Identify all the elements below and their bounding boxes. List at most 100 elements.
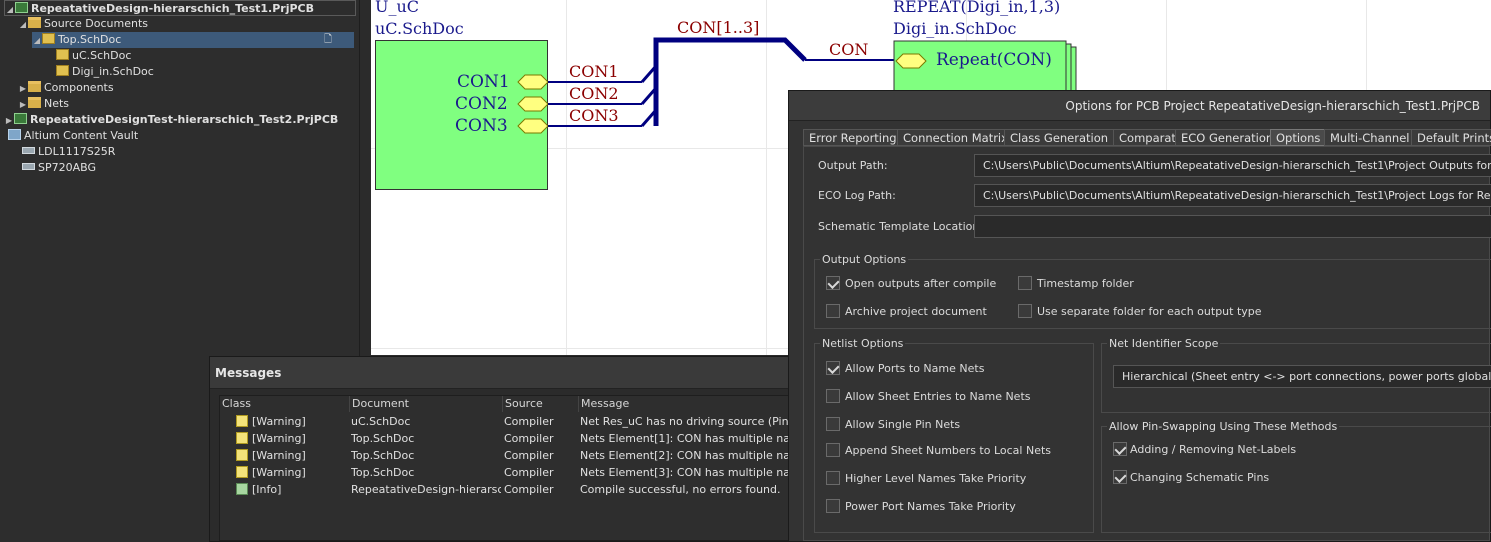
collapse-arrow-icon[interactable]: ◢ [32, 33, 42, 49]
messages-title: Messages [210, 357, 828, 389]
timestamp-folder-label: Timestamp folder [1037, 277, 1134, 290]
archive-project-checkbox[interactable] [826, 304, 840, 318]
message-row[interactable]: [Warning] Top.SchDoc Compiler Nets Eleme… [220, 464, 827, 481]
separate-folder-checkbox[interactable] [1018, 304, 1032, 318]
netlist-options-title: Netlist Options [820, 337, 906, 350]
tree-item-project2[interactable]: ▶ RepeatativeDesignTest-hierarschich_Test… [4, 112, 338, 128]
net-identifier-title: Net Identifier Scope [1107, 337, 1221, 350]
allow-ports-label: Allow Ports to Name Nets [845, 362, 985, 375]
warning-icon [236, 432, 248, 444]
column-header-source[interactable]: Source [503, 396, 579, 412]
net-label[interactable]: CON3 [569, 106, 619, 125]
output-path-field[interactable]: C:\Users\Public\Documents\Altium\Repeata… [974, 154, 1491, 177]
repeat-port-label: Repeat(CON) [936, 50, 1052, 70]
tab-eco-generation[interactable]: ECO Generation [1175, 129, 1280, 146]
append-sheet-numbers-checkbox[interactable] [826, 443, 840, 457]
archive-project-label: Archive project document [845, 305, 987, 318]
tab-class-generation[interactable]: Class Generation [1004, 129, 1115, 146]
tree-item-vault[interactable]: Altium Content Vault [8, 128, 138, 144]
warning-icon [236, 466, 248, 478]
output-options-group [814, 259, 1491, 329]
separate-folder-label: Use separate folder for each output type [1037, 305, 1262, 318]
power-port-names-checkbox[interactable] [826, 499, 840, 513]
schematic-doc-icon [56, 49, 69, 60]
net-identifier-dropdown[interactable]: Hierarchical (Sheet entry <-> port conne… [1113, 365, 1491, 388]
component-icon [22, 163, 35, 170]
folder-icon [28, 97, 41, 108]
schematic-doc-icon [42, 33, 55, 44]
component-icon [22, 147, 35, 154]
tree-item-top-schdoc[interactable]: ◢ Top.SchDoc 🗋 [32, 32, 354, 48]
power-port-names-label: Power Port Names Take Priority [845, 500, 1016, 513]
timestamp-folder-checkbox[interactable] [1018, 276, 1032, 290]
repeat-sheet-designator[interactable]: REPEAT(Digi_in,1,3) [893, 0, 1060, 16]
sheet-entry-port [895, 53, 927, 69]
eco-log-path-label: ECO Log Path: [818, 189, 896, 202]
template-location-field[interactable] [974, 215, 1491, 238]
tab-connection-matrix[interactable]: Connection Matrix [897, 129, 1014, 146]
higher-level-names-checkbox[interactable] [826, 471, 840, 485]
allow-ports-checkbox[interactable] [826, 361, 840, 375]
collapse-arrow-icon[interactable]: ◢ [5, 2, 15, 18]
net-label[interactable]: CON1 [569, 62, 619, 81]
tab-options[interactable]: Options [1270, 129, 1327, 146]
messages-table: Class Document Source Message [Warning] … [219, 395, 828, 541]
expand-arrow-icon[interactable]: ▶ [4, 113, 14, 129]
open-outputs-label: Open outputs after compile [845, 277, 997, 290]
allow-sheet-entries-checkbox[interactable] [826, 389, 840, 403]
expand-arrow-icon[interactable]: ▶ [18, 81, 28, 97]
folder-icon [28, 81, 41, 92]
collapse-arrow-icon[interactable]: ◢ [18, 17, 28, 33]
dialog-title: Options for PCB Project RepeatativeDesig… [789, 91, 1490, 121]
tree-item-part1[interactable]: LDL1117S25R [22, 144, 115, 160]
tab-default-prints[interactable]: Default Prints [1411, 129, 1491, 146]
tree-item-digi-schdoc[interactable]: Digi_in.SchDoc [56, 64, 154, 80]
sheet-entry-port [517, 96, 549, 112]
allow-sheet-entries-label: Allow Sheet Entries to Name Nets [845, 390, 1031, 403]
tree-item-uc-schdoc[interactable]: uC.SchDoc [56, 48, 131, 64]
bus-label[interactable]: CON[1..3] [677, 18, 759, 37]
column-header-class[interactable]: Class [220, 396, 350, 412]
pin-swapping-title: Allow Pin-Swapping Using These Methods [1107, 420, 1340, 433]
message-row[interactable]: [Warning] uC.SchDoc Compiler Net Res_uC … [220, 413, 827, 430]
tree-item-part2[interactable]: SP720ABG [22, 160, 96, 176]
message-row[interactable]: [Warning] Top.SchDoc Compiler Nets Eleme… [220, 447, 827, 464]
repeat-sheet-filename[interactable]: Digi_in.SchDoc [893, 19, 1016, 38]
options-tab-panel: Output Path: C:\Users\Public\Documents\A… [803, 146, 1491, 541]
message-row[interactable]: [Warning] Top.SchDoc Compiler Nets Eleme… [220, 430, 827, 447]
pcb-project-icon [14, 113, 27, 124]
tab-multi-channel[interactable]: Multi-Channel [1324, 129, 1416, 146]
column-header-document[interactable]: Document [350, 396, 503, 412]
tree-item-project1[interactable]: ◢ RepeatativeDesign-hierarschich_Test1.Pr… [4, 0, 356, 16]
output-path-label: Output Path: [818, 159, 888, 172]
tree-item-source-documents[interactable]: ◢ Source Documents [18, 16, 148, 32]
changing-schematic-pins-label: Changing Schematic Pins [1130, 471, 1270, 484]
wire-net-label[interactable]: CON [829, 40, 868, 59]
document-icon: 🗋 [323, 34, 332, 45]
expand-arrow-icon[interactable]: ▶ [18, 97, 28, 113]
adding-net-labels-checkbox[interactable] [1113, 442, 1127, 456]
tree-item-components[interactable]: ▶ Components [18, 80, 114, 96]
open-outputs-checkbox[interactable] [826, 276, 840, 290]
tree-item-nets[interactable]: ▶ Nets [18, 96, 69, 112]
warning-icon [236, 415, 248, 427]
sheet-entry-port [517, 74, 549, 90]
eco-log-path-field[interactable]: C:\Users\Public\Documents\Altium\Repeata… [974, 184, 1491, 207]
template-location-label: Schematic Template Location: [818, 220, 984, 233]
net-label[interactable]: CON2 [569, 84, 619, 103]
changing-schematic-pins-checkbox[interactable] [1113, 470, 1127, 484]
message-row[interactable]: [Info] RepeatativeDesign-hierarschi Comp… [220, 481, 827, 498]
messages-panel: Messages Class Document Source Message [… [209, 356, 829, 542]
allow-single-pin-label: Allow Single Pin Nets [845, 418, 961, 431]
output-options-title: Output Options [820, 253, 909, 266]
append-sheet-numbers-label: Append Sheet Numbers to Local Nets [845, 444, 1052, 457]
allow-single-pin-checkbox[interactable] [826, 417, 840, 431]
higher-level-names-label: Higher Level Names Take Priority [845, 472, 1027, 485]
project-options-dialog: Options for PCB Project RepeatativeDesig… [788, 90, 1491, 542]
tab-error-reporting[interactable]: Error Reporting [803, 129, 903, 146]
warning-icon [236, 449, 248, 461]
adding-net-labels-label: Adding / Removing Net-Labels [1130, 443, 1297, 456]
schematic-doc-icon [56, 65, 69, 76]
sheet-entry-port [517, 118, 549, 134]
vault-icon [8, 129, 21, 140]
